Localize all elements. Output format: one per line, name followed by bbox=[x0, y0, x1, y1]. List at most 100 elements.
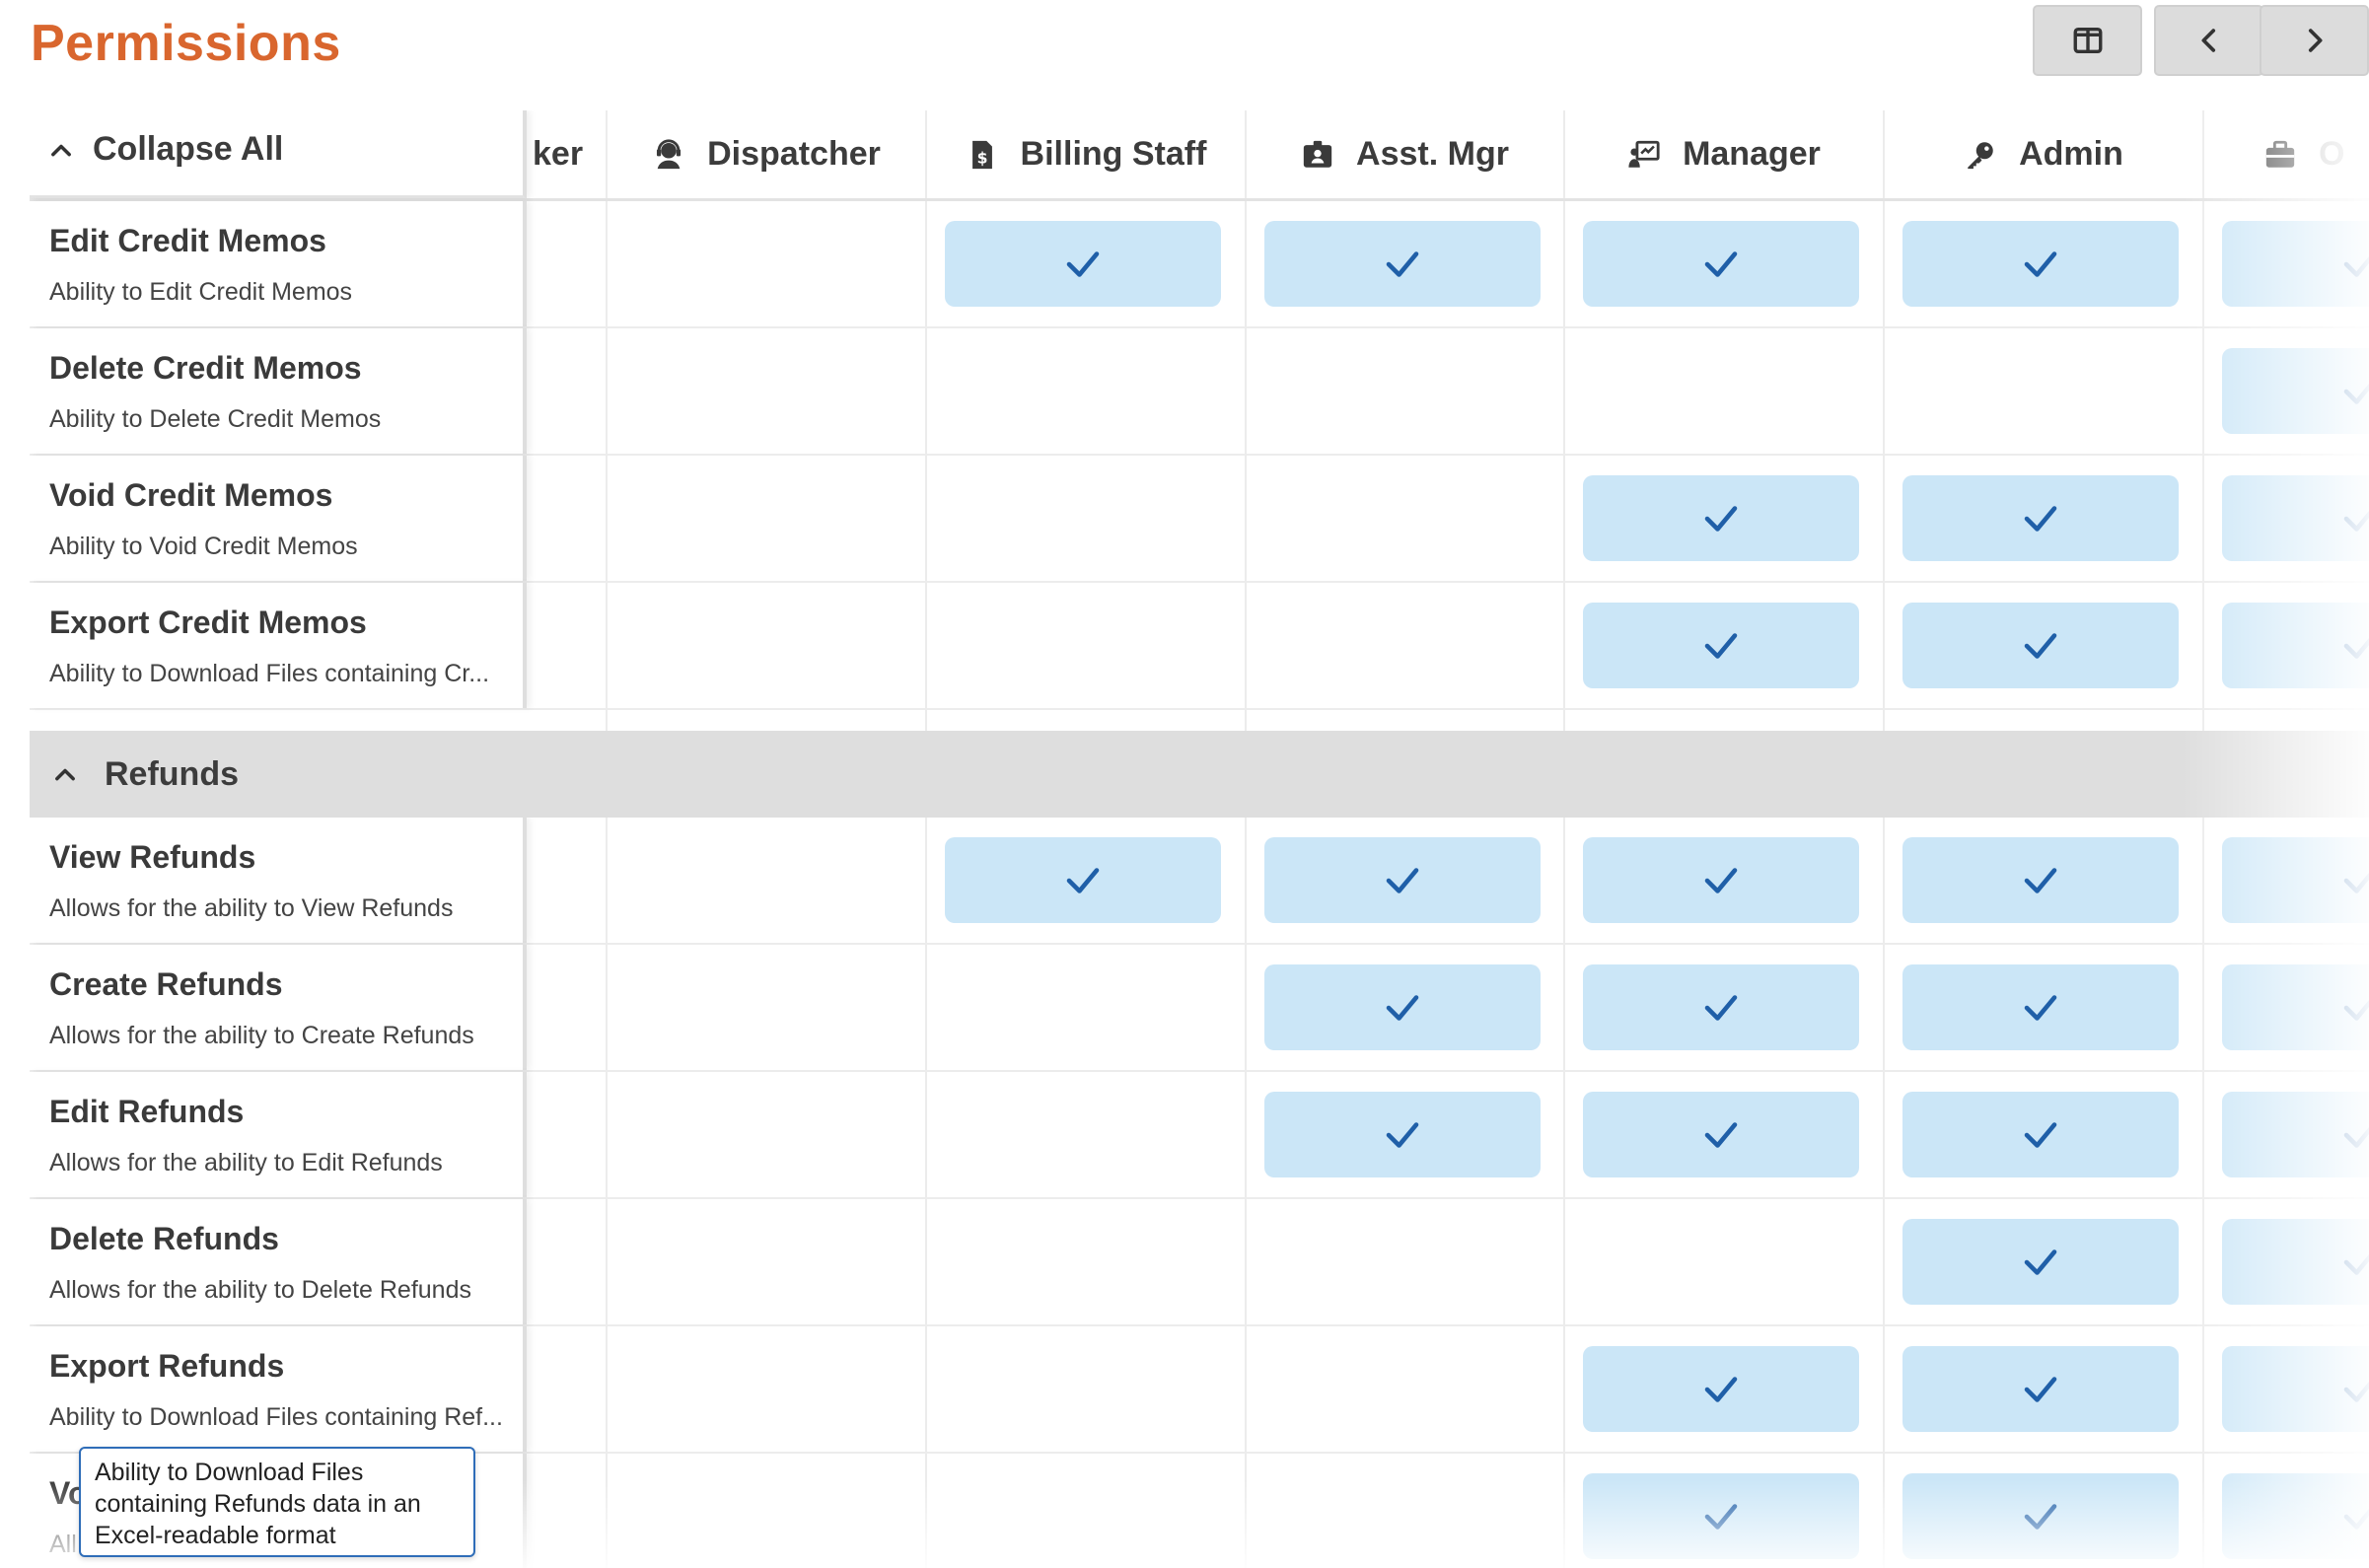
permission-toggle-checked[interactable] bbox=[1902, 964, 2179, 1050]
check-icon bbox=[2024, 994, 2057, 1021]
permission-cell: Export Credit Memos Ability to Download F… bbox=[30, 583, 527, 708]
permission-toggle-checked[interactable] bbox=[1902, 1346, 2179, 1432]
group-header-refunds[interactable]: Refunds bbox=[30, 731, 2369, 818]
permission-toggle-checked[interactable] bbox=[945, 837, 1221, 923]
permission-description[interactable]: Allows for the ability to Edit Refunds bbox=[49, 1149, 513, 1177]
permission-description[interactable]: Allows for the ability to Create Refunds bbox=[49, 1022, 513, 1050]
permission-toggle-checked[interactable] bbox=[945, 221, 1221, 307]
check-icon bbox=[1386, 1121, 1419, 1148]
permission-toggle-checked[interactable] bbox=[1583, 964, 1859, 1050]
permission-cell: Edit Refunds Allows for the ability to Ed… bbox=[30, 1072, 527, 1197]
permission-toggle-checked[interactable] bbox=[1264, 964, 1541, 1050]
permission-toggle-checked[interactable] bbox=[1902, 1473, 2179, 1559]
permission-toggle-checked[interactable] bbox=[1583, 1473, 1859, 1559]
check-icon bbox=[1704, 505, 1738, 532]
permission-toggle-checked[interactable] bbox=[1583, 837, 1859, 923]
permission-toggle-checked[interactable] bbox=[2222, 1346, 2369, 1432]
check-icon bbox=[2343, 1126, 2369, 1148]
permission-title: Export Refunds bbox=[49, 1348, 285, 1384]
permission-title: Create Refunds bbox=[49, 966, 283, 1002]
permission-toggle-checked[interactable] bbox=[1264, 221, 1541, 307]
permission-toggle-checked[interactable] bbox=[1902, 837, 2179, 923]
table-row: Delete Credit Memos Ability to Delete Cre… bbox=[30, 328, 2369, 456]
permission-title: Delete Credit Memos bbox=[49, 350, 362, 386]
check-icon bbox=[1386, 250, 1419, 277]
column-header-admin: Admin bbox=[1885, 110, 2204, 198]
check-icon bbox=[2343, 872, 2369, 893]
permission-cell: Export Refunds Ability to Download Files … bbox=[30, 1326, 527, 1452]
collapse-all-button[interactable]: Collapse All bbox=[47, 130, 283, 169]
permission-description[interactable]: Allows for the ability to View Refunds bbox=[49, 894, 513, 923]
permission-toggle-checked[interactable] bbox=[1902, 603, 2179, 688]
column-header-dispatcher: Dispatcher bbox=[608, 110, 927, 198]
permission-description[interactable]: Ability to Void Credit Memos bbox=[49, 533, 513, 561]
permission-description[interactable]: Ability to Edit Credit Memos bbox=[49, 278, 513, 307]
permission-cell: View Refunds Allows for the ability to Vi… bbox=[30, 818, 527, 943]
check-icon bbox=[2343, 383, 2369, 404]
permission-toggle-checked[interactable] bbox=[1583, 603, 1859, 688]
permission-toggle-checked[interactable] bbox=[2222, 1473, 2369, 1559]
presenter-icon bbox=[1628, 140, 1660, 168]
permission-description[interactable]: Allows for the ability to Delete Refunds bbox=[49, 1276, 513, 1305]
collapse-all-label: Collapse All bbox=[93, 130, 284, 168]
table-row: Delete Refunds Allows for the ability to … bbox=[30, 1199, 2369, 1326]
permission-toggle-checked[interactable] bbox=[1902, 1219, 2179, 1305]
permission-toggle-checked[interactable] bbox=[1902, 475, 2179, 561]
check-icon bbox=[1704, 867, 1738, 893]
description-tooltip: Ability to Download Files containing Ref… bbox=[79, 1447, 475, 1557]
permission-toggle-checked[interactable] bbox=[1902, 221, 2179, 307]
check-icon bbox=[2024, 632, 2057, 659]
key-icon bbox=[1968, 141, 1993, 169]
permission-toggle-checked[interactable] bbox=[1583, 475, 1859, 561]
permission-description[interactable]: Ability to Delete Credit Memos bbox=[49, 405, 513, 434]
permission-toggle-checked[interactable] bbox=[2222, 837, 2369, 923]
permission-toggle-checked[interactable] bbox=[2222, 348, 2369, 434]
check-icon bbox=[2024, 1503, 2057, 1530]
permission-toggle-checked[interactable] bbox=[2222, 475, 2369, 561]
permission-title: Void Credit Memos bbox=[49, 477, 333, 513]
next-columns-button[interactable] bbox=[2260, 5, 2369, 76]
check-icon bbox=[2343, 255, 2369, 277]
permission-description[interactable]: Ability to Download Files containing Cr.… bbox=[49, 660, 513, 688]
permission-title: Edit Credit Memos bbox=[49, 223, 326, 258]
previous-columns-button[interactable] bbox=[2154, 5, 2263, 76]
chevron-right-icon bbox=[2308, 29, 2323, 52]
table-row: Create Refunds Allows for the ability to … bbox=[30, 945, 2369, 1072]
permissions-page: Permissions Collapse All ker Dispatcher … bbox=[0, 0, 2369, 1568]
id-badge-icon bbox=[1303, 140, 1332, 168]
check-icon bbox=[2343, 1508, 2369, 1530]
briefcase-icon bbox=[2265, 140, 2295, 168]
permission-cell: Void Credit Memos Ability to Void Credit … bbox=[30, 456, 527, 581]
permission-title: Edit Refunds bbox=[49, 1094, 245, 1129]
check-icon bbox=[2343, 999, 2369, 1021]
column-layout-button[interactable] bbox=[2033, 5, 2142, 76]
permission-toggle-checked[interactable] bbox=[2222, 1219, 2369, 1305]
check-icon bbox=[2024, 867, 2057, 893]
permission-toggle-checked[interactable] bbox=[1583, 1092, 1859, 1177]
column-header-partial: ker bbox=[527, 110, 608, 198]
permission-toggle-checked[interactable] bbox=[1264, 1092, 1541, 1177]
permission-description[interactable]: Ability to Download Files containing Ref… bbox=[49, 1403, 513, 1432]
permission-toggle-checked[interactable] bbox=[1583, 1346, 1859, 1432]
check-icon bbox=[1704, 632, 1738, 659]
permission-toggle-checked[interactable] bbox=[2222, 221, 2369, 307]
svg-text:$: $ bbox=[976, 149, 987, 167]
group-label: Refunds bbox=[105, 754, 239, 793]
permission-toggle-checked[interactable] bbox=[2222, 1092, 2369, 1177]
check-icon bbox=[1066, 250, 1100, 277]
permission-cell: Edit Credit Memos Ability to Edit Credit … bbox=[30, 201, 527, 326]
permission-toggle-checked[interactable] bbox=[1264, 837, 1541, 923]
check-icon bbox=[2343, 510, 2369, 532]
permission-cell: Delete Refunds Allows for the ability to … bbox=[30, 1199, 527, 1324]
permission-toggle-checked[interactable] bbox=[1902, 1092, 2179, 1177]
check-icon bbox=[2024, 1248, 2057, 1275]
page-title: Permissions bbox=[31, 15, 341, 72]
table-row: Export Refunds Ability to Download Files … bbox=[30, 1326, 2369, 1454]
permissions-grid: Collapse All ker Dispatcher $ Billing St… bbox=[30, 110, 2369, 1568]
invoice-icon: $ bbox=[971, 140, 992, 169]
permission-toggle-checked[interactable] bbox=[2222, 603, 2369, 688]
permission-toggle-checked[interactable] bbox=[2222, 964, 2369, 1050]
permission-toggle-checked[interactable] bbox=[1583, 221, 1859, 307]
check-icon bbox=[1704, 994, 1738, 1021]
check-icon bbox=[2343, 1381, 2369, 1402]
